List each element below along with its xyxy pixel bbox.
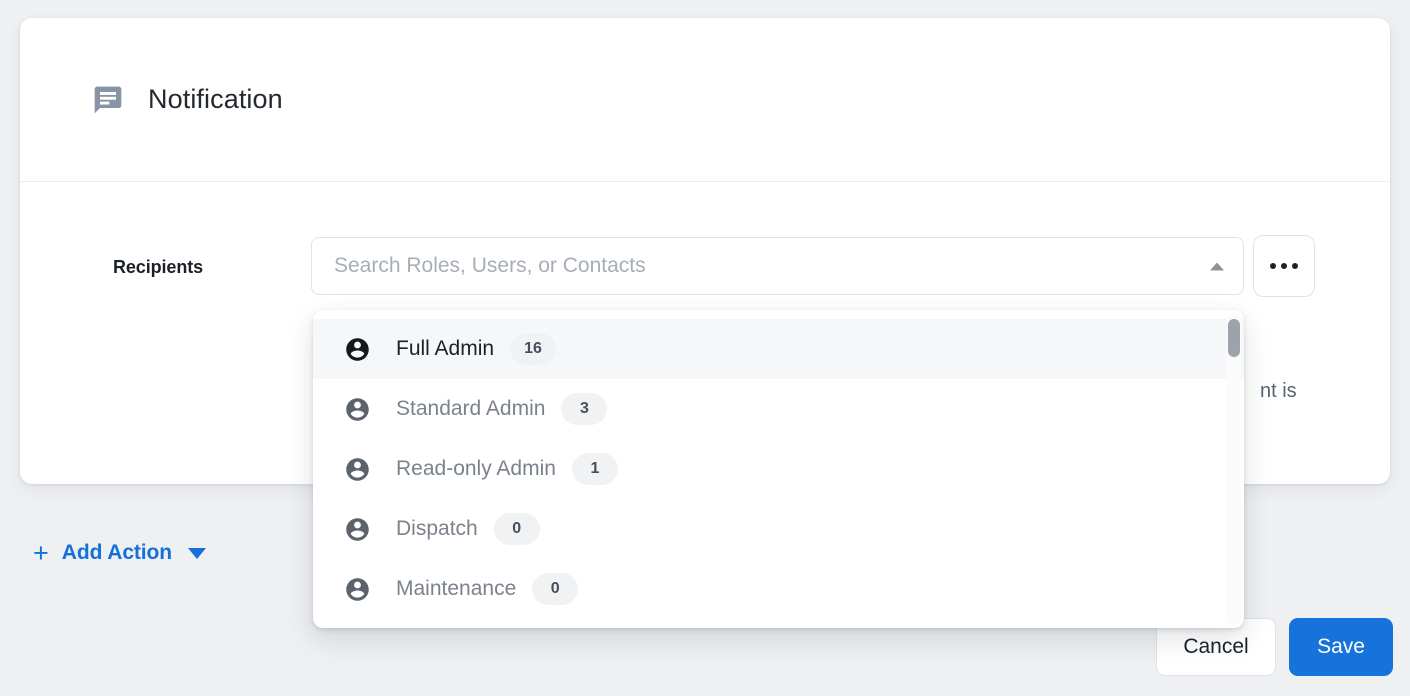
add-action-button[interactable]: + Add Action <box>33 536 206 570</box>
card-header: Notification <box>20 18 1390 182</box>
dropdown-option-count-badge: 1 <box>572 453 618 485</box>
dropdown-option-count-badge: 0 <box>532 573 578 605</box>
recipients-option-list: Full Admin 16 Standard Admin 3 Read-only… <box>313 310 1244 619</box>
account-circle-icon <box>344 396 371 423</box>
card-body-text-fragment: nt is <box>1260 380 1297 403</box>
recipients-label: Recipients <box>113 257 203 278</box>
recipients-select[interactable] <box>311 237 1244 295</box>
recipients-dropdown-panel: Full Admin 16 Standard Admin 3 Read-only… <box>313 310 1244 628</box>
dropdown-option-dispatch[interactable]: Dispatch 0 <box>313 499 1244 559</box>
dropdown-option-label: Maintenance <box>396 577 516 601</box>
more-horizontal-icon <box>1270 263 1298 269</box>
page-title: Notification <box>148 84 283 115</box>
dropdown-option-label: Read-only Admin <box>396 457 556 481</box>
dropdown-option-label: Standard Admin <box>396 397 545 421</box>
dropdown-option-label: Full Admin <box>396 337 494 361</box>
dropdown-option-full-admin[interactable]: Full Admin 16 <box>313 319 1244 379</box>
dropdown-option-count-badge: 0 <box>494 513 540 545</box>
account-circle-icon <box>344 456 371 483</box>
account-circle-icon <box>344 576 371 603</box>
add-action-label: Add Action <box>62 541 172 565</box>
dropdown-scrollbar-thumb[interactable] <box>1228 319 1240 357</box>
dropdown-option-read-only-admin[interactable]: Read-only Admin 1 <box>313 439 1244 499</box>
dropdown-option-label: Dispatch <box>396 517 478 541</box>
plus-icon: + <box>33 540 49 567</box>
dropdown-option-count-badge: 16 <box>510 333 556 365</box>
recipients-search-input[interactable] <box>334 254 1205 278</box>
account-circle-icon <box>344 516 371 543</box>
save-button[interactable]: Save <box>1289 618 1393 676</box>
dropdown-option-standard-admin[interactable]: Standard Admin 3 <box>313 379 1244 439</box>
chevron-up-icon[interactable] <box>1205 254 1229 278</box>
recipients-overflow-button[interactable] <box>1253 235 1315 297</box>
account-circle-icon <box>344 336 371 363</box>
message-bubble-icon <box>92 84 124 116</box>
dropdown-option-maintenance[interactable]: Maintenance 0 <box>313 559 1244 619</box>
caret-down-icon[interactable] <box>188 548 206 559</box>
dropdown-scrollbar-track[interactable] <box>1227 313 1241 625</box>
dropdown-option-count-badge: 3 <box>561 393 607 425</box>
